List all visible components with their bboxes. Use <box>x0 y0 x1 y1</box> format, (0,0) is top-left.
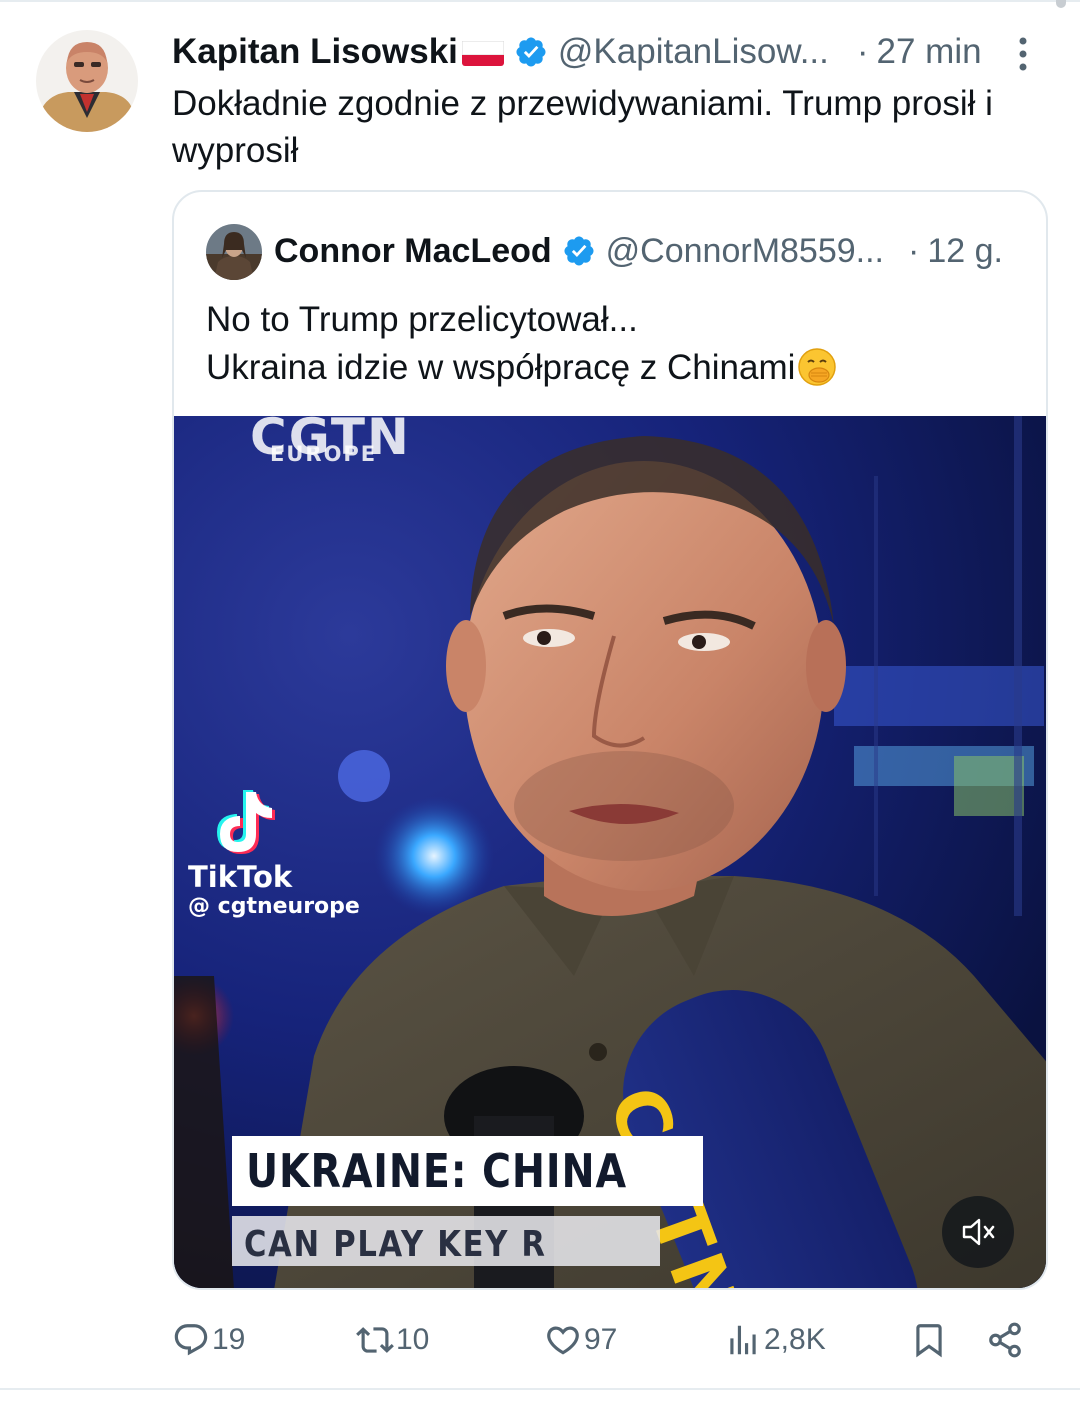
news-chyron-headline: UKRAINE: CHINA <box>232 1136 703 1206</box>
author-name[interactable]: Kapitan Lisowski <box>172 32 458 72</box>
tweet-action-bar: 19 10 97 2,8K <box>172 1312 1052 1368</box>
quoted-tweet-card[interactable]: Connor MacLeod @ConnorM8559... · 12 g. N… <box>172 190 1048 1290</box>
tiktok-watermark-label: TikTok <box>188 860 293 894</box>
bottom-divider <box>0 1388 1080 1390</box>
speaker-muted-icon <box>962 1218 995 1246</box>
tweet-header: Kapitan Lisowski @KapitanLisow... · 27 m… <box>172 28 1052 76</box>
tweet-timestamp[interactable]: 27 min <box>877 32 982 72</box>
quoted-timestamp[interactable]: 12 g. <box>927 232 1003 271</box>
separator-dot: · <box>856 32 869 71</box>
bookmark-button[interactable] <box>910 1312 948 1368</box>
quoted-author-avatar[interactable] <box>206 224 262 280</box>
quoted-verified-badge-icon[interactable] <box>562 234 596 268</box>
scrollbar-thumb[interactable] <box>1056 0 1066 8</box>
hand-over-mouth-emoji-icon <box>797 347 837 387</box>
analytics-bar-icon <box>730 1325 756 1355</box>
quoted-tweet-header: Connor MacLeod @ConnorM8559... · 12 g. <box>274 226 1003 276</box>
reply-icon <box>174 1324 208 1356</box>
top-divider <box>0 0 1080 2</box>
mute-toggle-button[interactable] <box>942 1196 1014 1268</box>
reply-count: 19 <box>212 1323 246 1356</box>
share-icon <box>989 1322 1021 1358</box>
tweet-text: Dokładnie zgodnie z przewidywaniami. Tru… <box>172 84 993 170</box>
reply-button[interactable]: 19 <box>172 1312 245 1368</box>
repost-icon <box>356 1327 394 1353</box>
quoted-text-line-2: Ukraina idzie w współpracę z Chinami <box>206 348 796 387</box>
cgtn-europe-label: EUROPE <box>270 442 378 466</box>
author-handle[interactable]: @KapitanLisow... <box>558 32 829 72</box>
author-avatar[interactable] <box>36 30 138 132</box>
repost-button[interactable]: 10 <box>356 1312 429 1368</box>
views-button[interactable]: 2,8K <box>724 1312 826 1368</box>
video-player[interactable]: CGTN EUROPE TikTok @ cgtneurope CGTN UKR… <box>174 416 1046 1288</box>
quoted-author-name[interactable]: Connor MacLeod <box>274 232 552 271</box>
quoted-author-handle[interactable]: @ConnorM8559... <box>606 232 884 271</box>
heart-icon <box>547 1326 579 1355</box>
view-count: 2,8K <box>764 1323 826 1356</box>
chyron-headline-text: UKRAINE: CHINA <box>246 1144 627 1198</box>
news-chyron-subline: CAN PLAY KEY R <box>232 1216 660 1266</box>
more-options-icon[interactable] <box>1008 34 1038 74</box>
like-button[interactable]: 97 <box>544 1312 617 1368</box>
poland-flag-icon <box>461 38 504 66</box>
tiktok-logo-icon <box>210 788 276 858</box>
like-count: 97 <box>584 1323 618 1356</box>
repost-count: 10 <box>396 1323 430 1356</box>
quoted-text-line-1: No to Trump przelicytował... <box>206 300 638 339</box>
share-button[interactable] <box>986 1312 1024 1368</box>
quoted-tweet-text: No to Trump przelicytował... Ukraina idz… <box>206 296 1026 392</box>
tiktok-watermark-handle: @ cgtneurope <box>188 894 360 919</box>
verified-badge-icon[interactable] <box>514 35 548 69</box>
chyron-subline-text: CAN PLAY KEY R <box>244 1224 547 1265</box>
quoted-separator-dot: · <box>908 231 920 270</box>
bookmark-icon <box>916 1324 942 1358</box>
